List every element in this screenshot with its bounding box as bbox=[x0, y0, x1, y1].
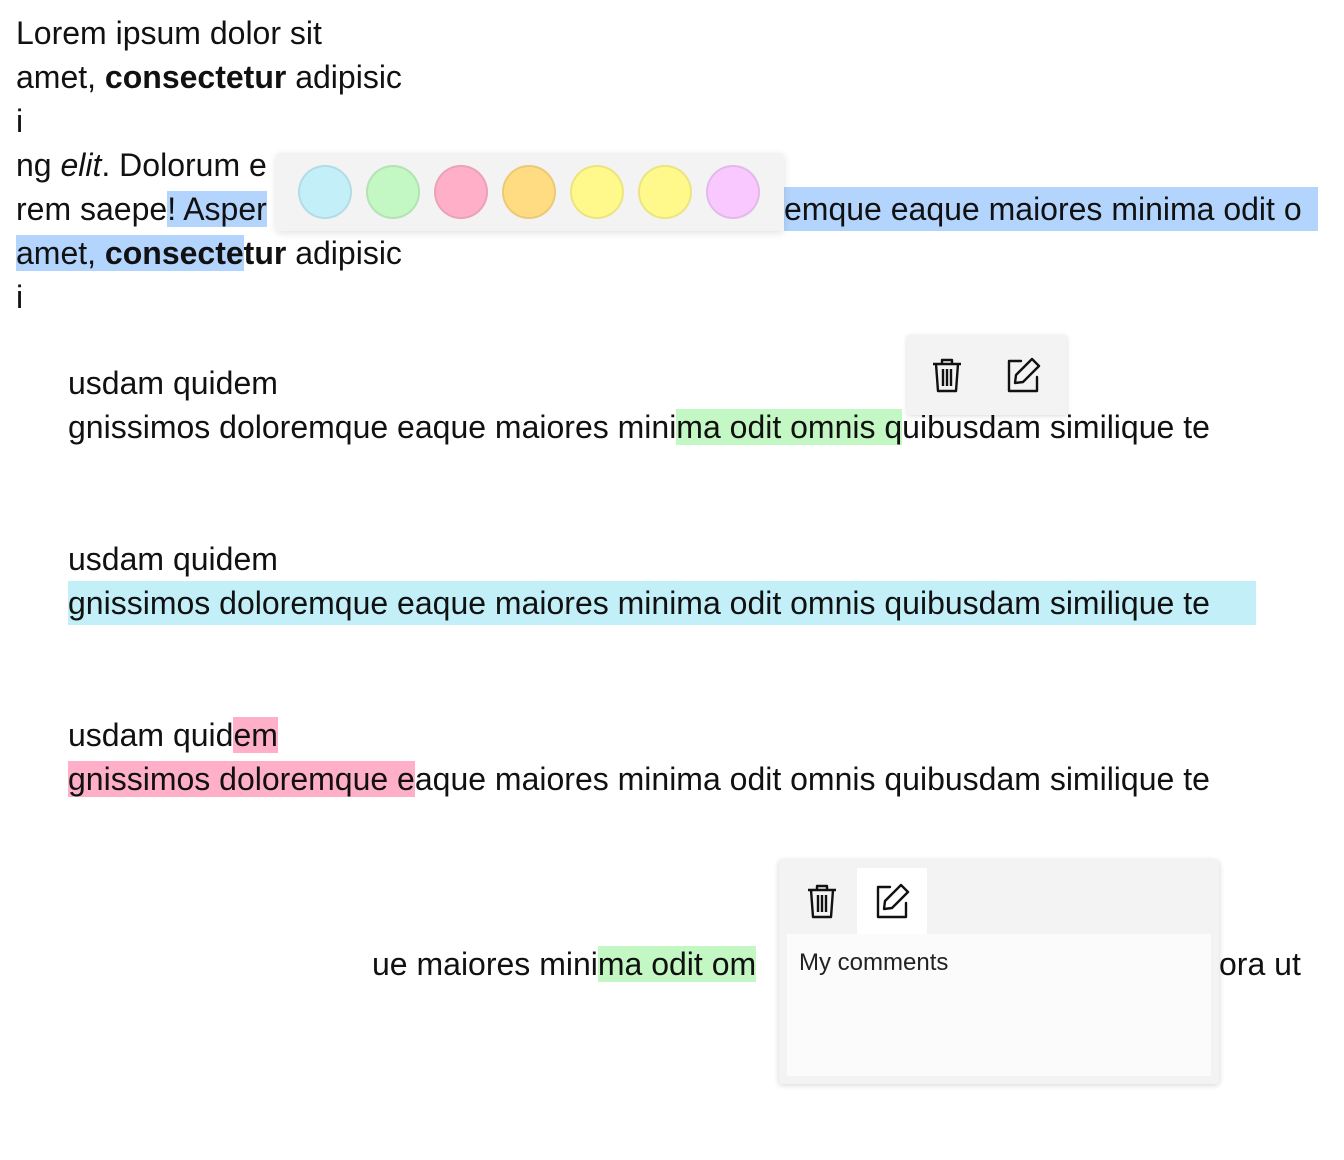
text-line: amet, consectetur adipisic bbox=[16, 235, 402, 271]
edit-icon bbox=[1007, 357, 1041, 393]
text-line: Lorem ipsum dolor sit bbox=[16, 15, 322, 51]
text-line: usdam quidem bbox=[68, 541, 278, 577]
text-line: ng elit. Dolorum e bbox=[16, 147, 267, 183]
text-line: ue maiores minima odit om bbox=[372, 946, 757, 982]
color-swatch-pink[interactable] bbox=[434, 165, 488, 219]
color-swatch-yellow[interactable] bbox=[638, 165, 692, 219]
color-swatch-purple[interactable] bbox=[706, 165, 760, 219]
delete-button[interactable] bbox=[911, 339, 983, 411]
color-swatch-green[interactable] bbox=[366, 165, 420, 219]
text-line: rem saepe! Asper bbox=[16, 191, 267, 227]
color-swatch-yellow[interactable] bbox=[570, 165, 624, 219]
comment-popup: My comments bbox=[779, 860, 1219, 1084]
text-line: ora ut bbox=[1219, 946, 1301, 982]
trash-icon bbox=[808, 884, 836, 919]
highlight-color-palette bbox=[276, 153, 784, 231]
blue-highlight[interactable]: gnissimos doloremque eaque maiores minim… bbox=[68, 581, 1256, 625]
text-line: i bbox=[16, 103, 24, 139]
pink-highlight[interactable]: gnissimos doloremque e bbox=[68, 761, 415, 797]
text-line: amet, consectetur adipisic bbox=[16, 59, 402, 95]
selection-highlight: emque eaque maiores minima odit o bbox=[784, 187, 1318, 231]
edit-button[interactable] bbox=[857, 868, 927, 934]
text-line: gnissimos doloremque eaque maiores minim… bbox=[68, 761, 1210, 797]
color-swatch-blue[interactable] bbox=[298, 165, 352, 219]
edit-button[interactable] bbox=[987, 339, 1059, 411]
green-highlight[interactable]: ma odit om bbox=[597, 946, 757, 982]
pink-highlight[interactable]: em bbox=[233, 717, 278, 753]
highlight-toolbar bbox=[907, 335, 1067, 415]
green-highlight[interactable]: ma odit omnis q bbox=[676, 409, 903, 445]
text-line: usdam quidem bbox=[68, 717, 278, 753]
edit-icon bbox=[876, 883, 910, 919]
delete-button[interactable] bbox=[787, 868, 857, 934]
selection-highlight: amet, consecte bbox=[16, 235, 244, 271]
trash-icon bbox=[933, 358, 961, 393]
text-line: gnissimos doloremque eaque maiores minim… bbox=[68, 409, 1210, 445]
text-line: i bbox=[16, 279, 24, 315]
color-swatch-orange[interactable] bbox=[502, 165, 556, 219]
selection-highlight: ! Asper bbox=[167, 191, 267, 227]
comment-textarea[interactable]: My comments bbox=[787, 934, 1211, 1076]
comment-placeholder: My comments bbox=[799, 949, 949, 976]
text-line: usdam quidem bbox=[68, 365, 278, 401]
